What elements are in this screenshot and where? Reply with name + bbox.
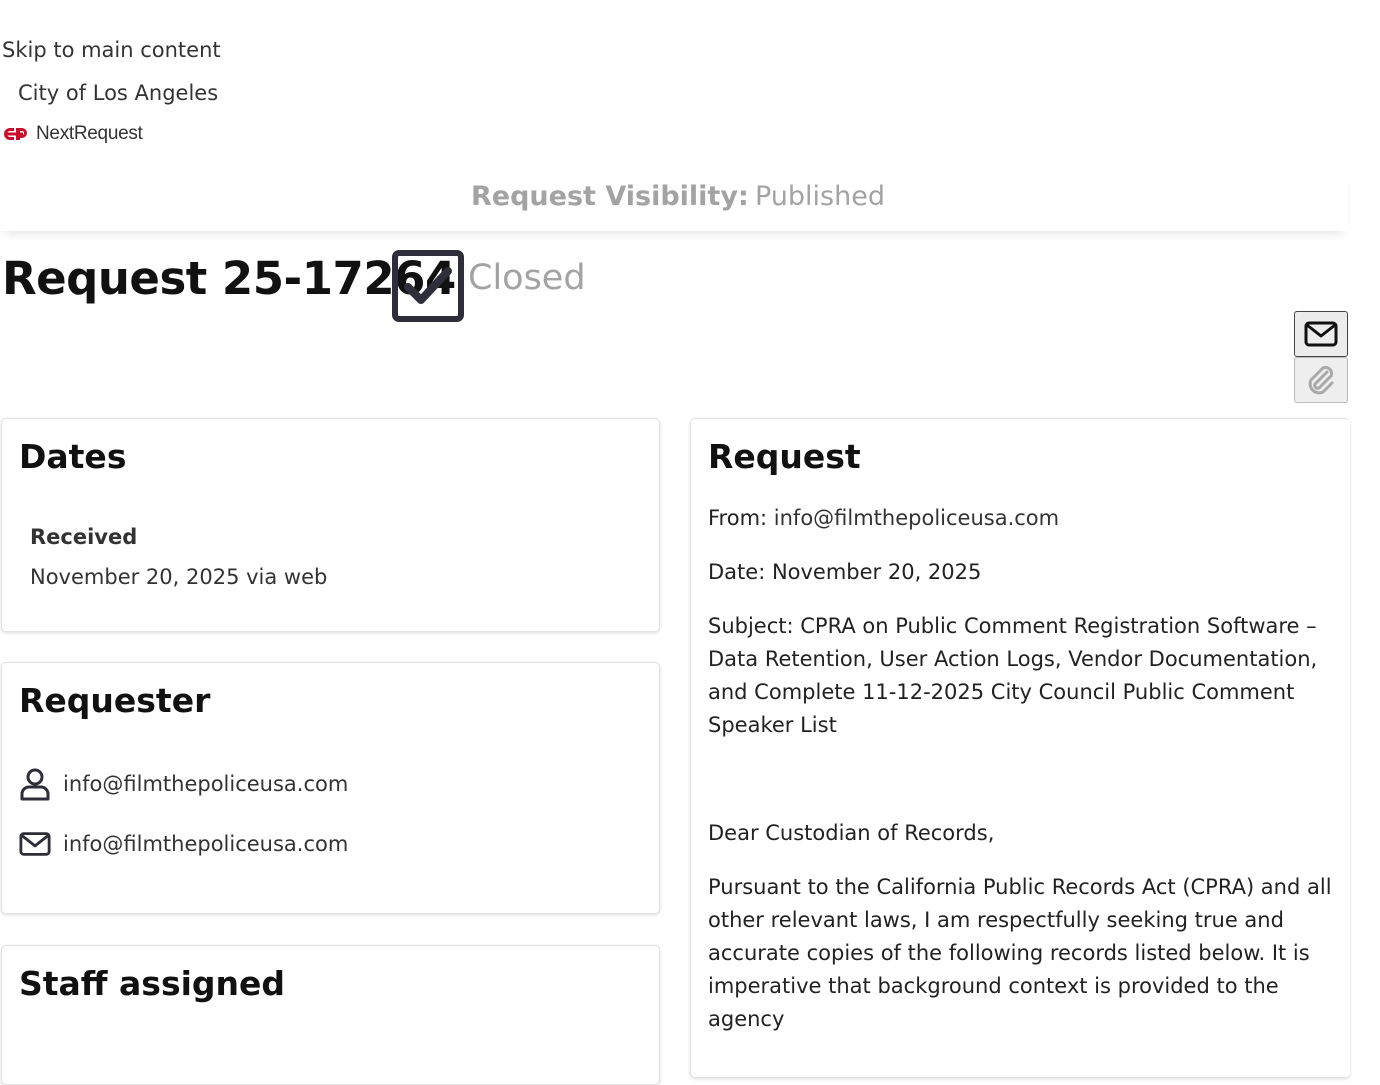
visibility-label: Request Visibility:	[471, 181, 749, 212]
nextrequest-logo-icon	[4, 128, 27, 140]
request-heading: Request	[708, 437, 861, 476]
request-card: Request From: info@filmthepoliceusa.com …	[690, 418, 1350, 1078]
checkbox-checked-icon	[392, 250, 464, 322]
staff-heading: Staff assigned	[19, 964, 286, 1003]
requester-name: info@filmthepoliceusa.com	[63, 772, 349, 796]
requester-email[interactable]: info@filmthepoliceusa.com	[63, 832, 348, 856]
dates-card: Dates Received November 20, 2025 via web	[1, 418, 660, 632]
requester-email-row: info@filmthepoliceusa.com	[19, 831, 348, 857]
status-text: Closed	[468, 258, 586, 298]
envelope-icon	[1304, 321, 1338, 347]
received-label: Received	[30, 525, 138, 549]
request-date: Date: November 20, 2025	[708, 560, 982, 584]
staff-card: Staff assigned	[1, 945, 660, 1085]
visibility-bar: Request Visibility: Published	[0, 165, 1348, 231]
request-from: From: info@filmthepoliceusa.com	[708, 502, 1338, 535]
visibility-value: Published	[755, 181, 885, 212]
from-label: From:	[708, 506, 774, 530]
attach-button[interactable]	[1294, 357, 1348, 403]
user-icon	[20, 768, 50, 801]
paperclip-icon	[1308, 365, 1334, 395]
request-title: Request 25-17264	[2, 252, 456, 305]
nextrequest-logo[interactable]: NextRequest	[2, 123, 143, 145]
request-body: From: info@filmthepoliceusa.com Date: No…	[708, 502, 1338, 1057]
requester-card: Requester info@filmthepoliceusa.com info…	[1, 662, 660, 914]
requester-name-row: info@filmthepoliceusa.com	[19, 767, 348, 801]
requester-heading: Requester	[19, 681, 211, 720]
request-greeting: Dear Custodian of Records,	[708, 821, 995, 845]
request-body-text: Pursuant to the California Public Record…	[708, 875, 1332, 1031]
envelope-icon	[19, 832, 51, 856]
skip-to-main-link[interactable]: Skip to main content	[2, 38, 221, 62]
from-value[interactable]: info@filmthepoliceusa.com	[774, 506, 1059, 530]
received-value: November 20, 2025 via web	[30, 565, 328, 589]
dates-heading: Dates	[19, 437, 127, 476]
request-subject: Subject: CPRA on Public Comment Registra…	[708, 614, 1318, 737]
city-name[interactable]: City of Los Angeles	[18, 81, 218, 105]
brand-name: NextRequest	[36, 123, 143, 144]
email-button[interactable]	[1294, 311, 1348, 357]
